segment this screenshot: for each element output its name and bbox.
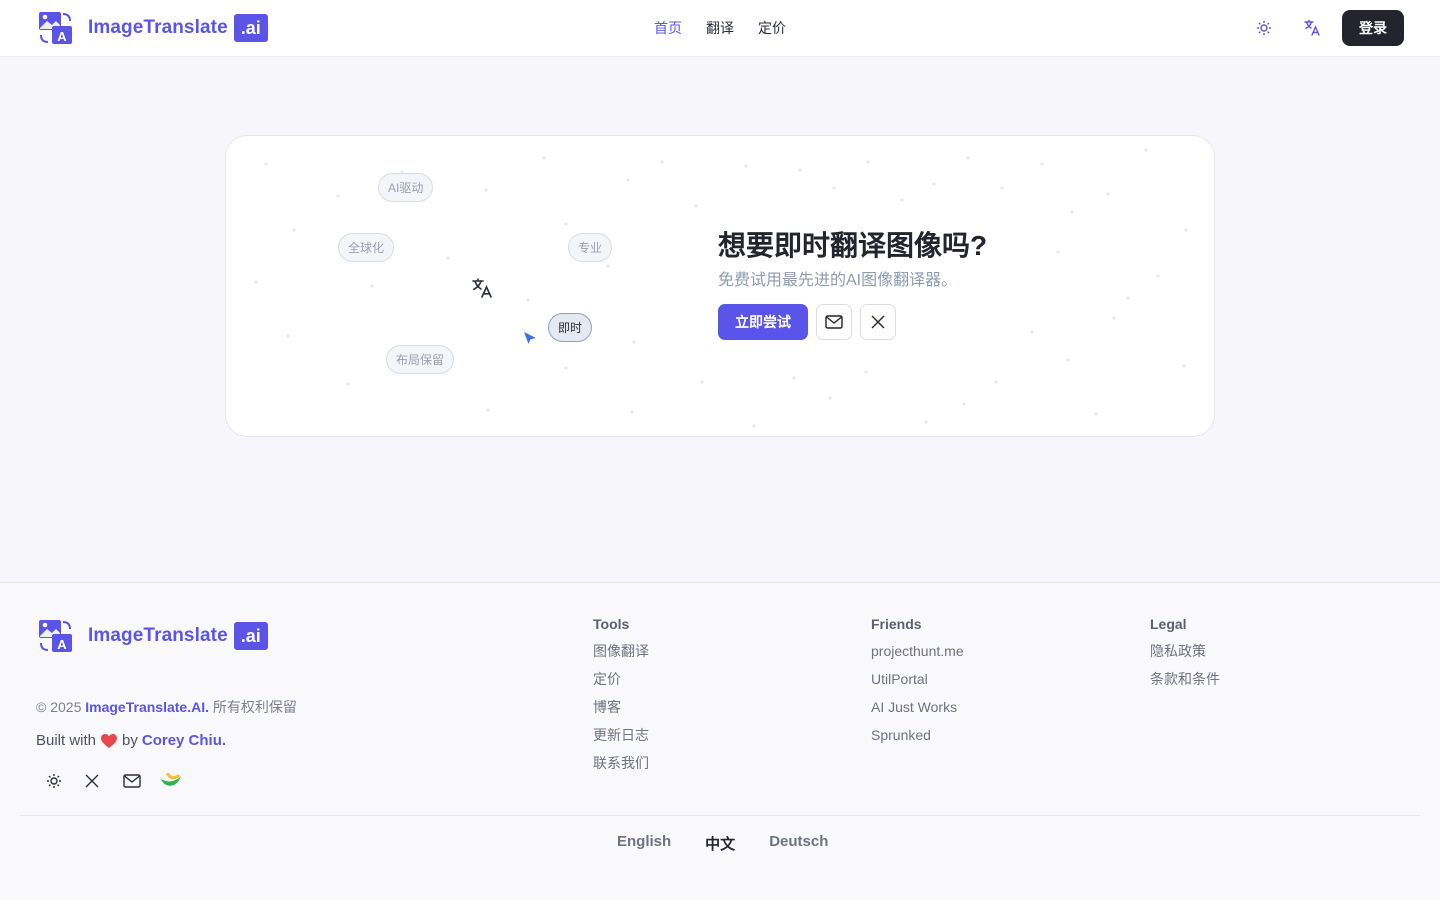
footer-col-title: Legal xyxy=(1150,616,1187,632)
tag-global: 全球化 xyxy=(338,233,395,262)
footer-link-privacy[interactable]: 隐私政策 xyxy=(1150,642,1220,670)
language-switcher: English 中文 Deutsch xyxy=(617,833,828,854)
main-nav: 首页 翻译 定价 xyxy=(654,18,786,38)
footer-link-projecthunt[interactable]: projecthunt.me xyxy=(871,642,964,670)
footer-link-blog[interactable]: 博客 xyxy=(593,698,649,726)
tag-ai-driven: AI驱动 xyxy=(378,173,434,202)
footer-col-title: Friends xyxy=(871,616,922,632)
top-navbar: A ImageTranslate .ai 首页 翻译 定价 登录 xyxy=(0,0,1440,57)
footer-col-friends: Friends projecthunt.me UtilPortal AI Jus… xyxy=(871,616,964,754)
footer-link-image-translate[interactable]: 图像翻译 xyxy=(593,642,649,670)
footer-link-contact[interactable]: 联系我们 xyxy=(593,754,649,782)
footer-mail-icon[interactable] xyxy=(121,770,143,792)
image-translate-logo-icon: A xyxy=(39,620,72,652)
footer-brand-name: ImageTranslate xyxy=(88,625,228,646)
built-with-text: Built with xyxy=(36,732,97,749)
footer-theme-sun-icon[interactable] xyxy=(43,770,65,792)
copyright-brand-link[interactable]: ImageTranslate.AI. xyxy=(85,699,209,715)
footer-link-changelog[interactable]: 更新日志 xyxy=(593,726,649,754)
brand-logo-link[interactable]: A ImageTranslate .ai xyxy=(38,11,268,45)
tag-instant: 即时 xyxy=(548,313,593,342)
footer-link-utilportal[interactable]: UtilPortal xyxy=(871,670,964,698)
footer-leaf-logo-icon[interactable] xyxy=(160,770,182,792)
svg-text:A: A xyxy=(57,637,67,652)
footer-col-tools: Tools 图像翻译 定价 博客 更新日志 联系我们 xyxy=(593,616,649,782)
nav-pricing[interactable]: 定价 xyxy=(758,18,786,38)
lang-english[interactable]: English xyxy=(617,833,671,854)
x-logo-icon[interactable] xyxy=(860,304,896,340)
footer-brand-logo-link[interactable]: A ImageTranslate .ai xyxy=(38,619,268,653)
cta-card: AI驱动 全球化 专业 即时 布局保留 想要即时翻译图像吗? 免费试用最先进的A… xyxy=(225,135,1215,437)
mail-icon[interactable] xyxy=(816,304,852,340)
author-link[interactable]: Corey Chiu. xyxy=(142,732,226,749)
heart-icon xyxy=(101,733,118,748)
image-translate-logo-icon: A xyxy=(39,12,72,44)
copyright-year: © 2025 xyxy=(36,699,82,715)
lang-chinese[interactable]: 中文 xyxy=(705,833,735,854)
nav-home[interactable]: 首页 xyxy=(654,18,682,38)
cta-subheading: 免费试用最先进的AI图像翻译器。 xyxy=(718,272,958,289)
brand-tld-badge: .ai xyxy=(233,14,268,42)
cursor-pointer-icon xyxy=(524,332,536,344)
theme-toggle-sun-icon[interactable] xyxy=(1254,18,1274,38)
footer-link-ai-just-works[interactable]: AI Just Works xyxy=(871,698,964,726)
copyright-line: © 2025 ImageTranslate.AI. 所有权利保留 xyxy=(36,697,297,717)
built-by-text: by xyxy=(122,732,138,749)
cta-heading: 想要即时翻译图像吗? xyxy=(718,230,988,261)
svg-text:A: A xyxy=(57,29,67,44)
tag-layout-preserved: 布局保留 xyxy=(386,345,455,374)
brand-name: ImageTranslate xyxy=(88,17,228,38)
footer-col-legal: Legal 隐私政策 条款和条件 xyxy=(1150,616,1220,698)
site-footer: A ImageTranslate .ai © 2025 ImageTransla… xyxy=(0,582,1440,900)
footer-x-logo-icon[interactable] xyxy=(81,770,103,792)
copyright-rights: 所有权利保留 xyxy=(212,699,297,715)
language-translate-icon[interactable] xyxy=(1302,18,1322,38)
login-button[interactable]: 登录 xyxy=(1342,10,1404,46)
footer-link-sprunked[interactable]: Sprunked xyxy=(871,726,964,754)
translate-icon xyxy=(472,278,492,298)
footer-divider xyxy=(20,815,1420,816)
lang-deutsch[interactable]: Deutsch xyxy=(769,833,828,854)
built-with-line: Built with by Corey Chiu. xyxy=(36,732,226,749)
footer-link-pricing[interactable]: 定价 xyxy=(593,670,649,698)
try-now-button[interactable]: 立即尝试 xyxy=(718,304,808,340)
footer-col-title: Tools xyxy=(593,616,630,632)
nav-translate[interactable]: 翻译 xyxy=(706,18,734,38)
footer-link-terms[interactable]: 条款和条件 xyxy=(1150,670,1220,698)
footer-brand-tld-badge: .ai xyxy=(233,622,268,650)
tag-professional: 专业 xyxy=(568,233,613,262)
